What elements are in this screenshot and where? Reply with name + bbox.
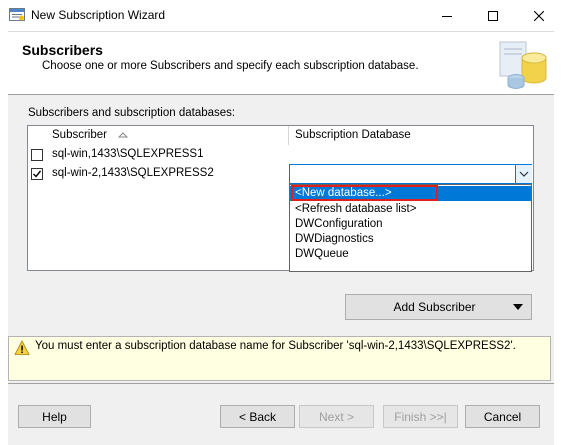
subscriber-checkbox-1[interactable] (31, 149, 43, 161)
finish-button[interactable]: Finish >>| (383, 405, 458, 428)
sort-ascending-icon (117, 132, 129, 138)
checkmark-icon (33, 170, 42, 178)
maximize-icon (488, 10, 498, 21)
close-button[interactable] (516, 0, 562, 31)
caret-down-icon (513, 304, 523, 310)
dropdown-option-refresh[interactable]: <Refresh database list> (295, 202, 525, 217)
next-button[interactable]: Next > (299, 405, 374, 428)
dropdown-option-dwdiagnostics[interactable]: DWDiagnostics (295, 232, 525, 247)
add-subscriber-label: Add Subscriber (393, 300, 476, 314)
column-header-subscriber[interactable]: Subscriber (52, 126, 129, 145)
column-header-database[interactable]: Subscription Database (295, 126, 411, 145)
subscription-database-combobox[interactable] (289, 164, 532, 184)
minimize-button[interactable] (424, 0, 470, 31)
warning-icon (14, 340, 30, 356)
combobox-dropdown-button[interactable] (515, 165, 532, 183)
page-title: Subscribers (22, 42, 103, 58)
wizard-app-icon (9, 7, 25, 22)
column-header-subscriber-label: Subscriber (52, 129, 107, 141)
subscriber-name-1: sql-win,1433\SQLEXPRESS1 (52, 148, 204, 160)
warning-text: You must enter a subscription database n… (35, 340, 516, 352)
window-title: New Subscription Wizard (31, 8, 166, 22)
column-divider[interactable] (288, 126, 289, 145)
page-subtitle: Choose one or more Subscribers and speci… (42, 60, 419, 72)
maximize-button[interactable] (470, 0, 516, 31)
annotation-highlight-box (291, 185, 438, 201)
subscriber-checkbox-2[interactable] (31, 168, 43, 180)
subscribers-list-label: Subscribers and subscription databases: (28, 107, 236, 119)
help-button[interactable]: Help (18, 405, 91, 428)
close-icon (534, 10, 544, 21)
minimize-icon (442, 15, 452, 17)
dropdown-option-dwconfiguration[interactable]: DWConfiguration (295, 217, 525, 232)
chevron-down-icon (519, 171, 529, 177)
subscriber-name-2: sql-win-2,1433\SQLEXPRESS2 (52, 167, 214, 179)
database-header-icon (498, 38, 550, 90)
add-subscriber-button[interactable]: Add Subscriber (345, 294, 532, 320)
cancel-button[interactable]: Cancel (465, 405, 540, 428)
back-button[interactable]: < Back (220, 405, 295, 428)
dropdown-option-dwqueue[interactable]: DWQueue (295, 247, 525, 262)
